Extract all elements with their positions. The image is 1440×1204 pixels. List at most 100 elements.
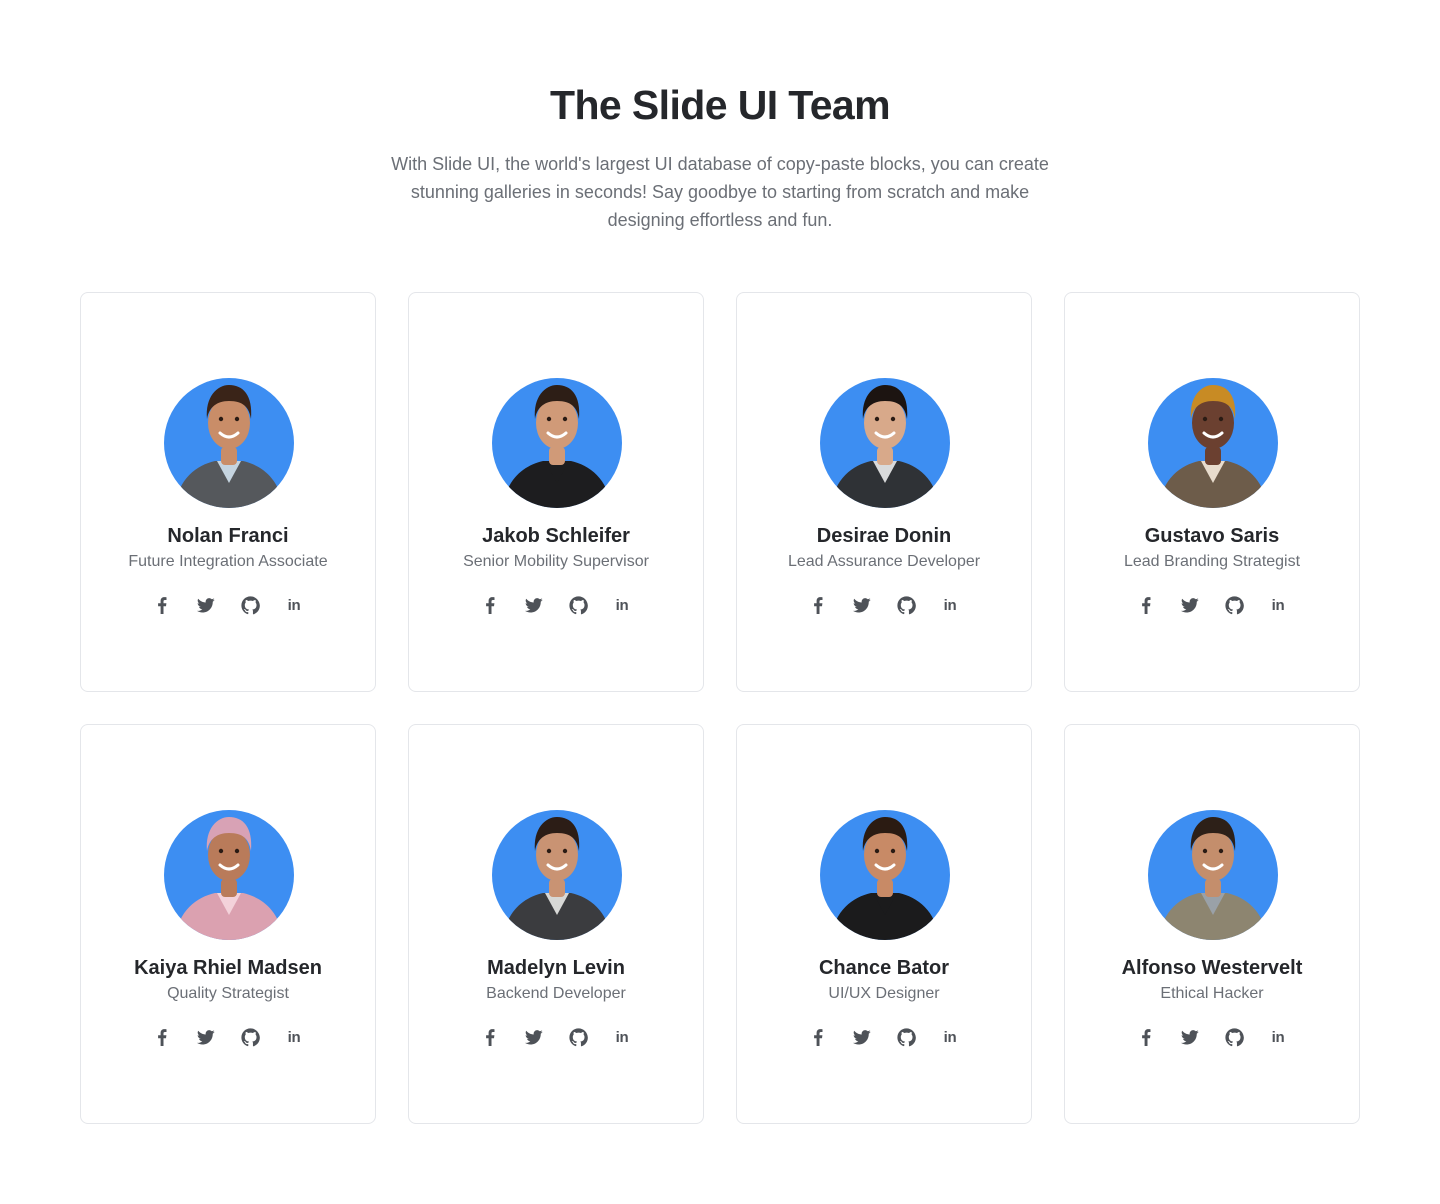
team-member-card: Alfonso Westervelt Ethical Hacker in <box>1064 724 1360 1124</box>
member-name: Nolan Franci <box>167 525 289 547</box>
social-links: in <box>737 1025 1031 1049</box>
member-role: Future Integration Associate <box>128 553 328 570</box>
facebook-icon <box>158 596 167 614</box>
social-links: in <box>409 593 703 617</box>
linkedin-icon: in <box>615 1028 629 1046</box>
team-member-card: Kaiya Rhiel Madsen Quality Strategist in <box>80 724 376 1124</box>
github-link[interactable] <box>568 1025 588 1049</box>
social-links: in <box>1065 593 1359 617</box>
facebook-icon <box>1142 1028 1151 1046</box>
avatar <box>492 810 622 940</box>
linkedin-icon: in <box>1271 596 1285 614</box>
team-member-card: Chance Bator UI/UX Designer in <box>736 724 1032 1124</box>
facebook-link[interactable] <box>808 1025 828 1049</box>
twitter-link[interactable] <box>1180 593 1200 617</box>
facebook-link[interactable] <box>480 593 500 617</box>
github-icon <box>240 1027 260 1046</box>
linkedin-link[interactable]: in <box>612 593 632 617</box>
facebook-link[interactable] <box>152 593 172 617</box>
team-grid: Nolan Franci Future Integration Associat… <box>80 292 1360 1124</box>
twitter-icon <box>1181 1029 1199 1044</box>
linkedin-icon: in <box>1271 1028 1285 1046</box>
linkedin-link[interactable]: in <box>284 1025 304 1049</box>
member-name: Jakob Schleifer <box>482 525 630 547</box>
twitter-icon <box>1181 597 1199 612</box>
github-link[interactable] <box>240 593 260 617</box>
linkedin-icon: in <box>615 596 629 614</box>
linkedin-link[interactable]: in <box>940 593 960 617</box>
member-name: Madelyn Levin <box>487 957 625 979</box>
linkedin-link[interactable]: in <box>940 1025 960 1049</box>
facebook-icon <box>814 1028 823 1046</box>
github-icon <box>1224 595 1244 614</box>
linkedin-link[interactable]: in <box>1268 593 1288 617</box>
twitter-link[interactable] <box>524 593 544 617</box>
team-section: The Slide UI Team With Slide UI, the wor… <box>0 0 1440 1204</box>
facebook-icon <box>1142 596 1151 614</box>
github-link[interactable] <box>896 593 916 617</box>
team-member-card: Jakob Schleifer Senior Mobility Supervis… <box>408 292 704 692</box>
linkedin-link[interactable]: in <box>1268 1025 1288 1049</box>
facebook-icon <box>486 1028 495 1046</box>
member-role: Backend Developer <box>486 985 626 1002</box>
github-icon <box>568 1027 588 1046</box>
twitter-link[interactable] <box>852 593 872 617</box>
twitter-icon <box>853 1029 871 1044</box>
facebook-icon <box>158 1028 167 1046</box>
github-link[interactable] <box>240 1025 260 1049</box>
team-member-card: Desirae Donin Lead Assurance Developer i… <box>736 292 1032 692</box>
twitter-link[interactable] <box>196 593 216 617</box>
member-name: Alfonso Westervelt <box>1121 957 1303 979</box>
twitter-link[interactable] <box>196 1025 216 1049</box>
social-links: in <box>81 1025 375 1049</box>
twitter-icon <box>853 597 871 612</box>
github-icon <box>896 1027 916 1046</box>
facebook-icon <box>486 596 495 614</box>
avatar <box>492 378 622 508</box>
member-role: Senior Mobility Supervisor <box>463 553 649 570</box>
avatar <box>820 810 950 940</box>
section-header: The Slide UI Team With Slide UI, the wor… <box>0 80 1440 234</box>
github-link[interactable] <box>568 593 588 617</box>
member-name: Chance Bator <box>818 957 950 979</box>
github-link[interactable] <box>1224 593 1244 617</box>
github-icon <box>896 595 916 614</box>
member-role: Quality Strategist <box>167 985 289 1002</box>
team-member-card: Nolan Franci Future Integration Associat… <box>80 292 376 692</box>
member-role: Lead Assurance Developer <box>787 553 981 570</box>
twitter-link[interactable] <box>852 1025 872 1049</box>
facebook-link[interactable] <box>1136 1025 1156 1049</box>
twitter-icon <box>197 1029 215 1044</box>
avatar <box>164 810 294 940</box>
team-member-card: Gustavo Saris Lead Branding Strategist i… <box>1064 292 1360 692</box>
team-member-card: Madelyn Levin Backend Developer in <box>408 724 704 1124</box>
twitter-icon <box>197 597 215 612</box>
linkedin-link[interactable]: in <box>284 593 304 617</box>
social-links: in <box>737 593 1031 617</box>
github-icon <box>240 595 260 614</box>
avatar <box>820 378 950 508</box>
facebook-link[interactable] <box>808 593 828 617</box>
facebook-link[interactable] <box>480 1025 500 1049</box>
social-links: in <box>81 593 375 617</box>
twitter-link[interactable] <box>1180 1025 1200 1049</box>
twitter-link[interactable] <box>524 1025 544 1049</box>
page-title: The Slide UI Team <box>550 82 891 128</box>
linkedin-link[interactable]: in <box>612 1025 632 1049</box>
github-link[interactable] <box>1224 1025 1244 1049</box>
avatar <box>1148 810 1278 940</box>
avatar <box>164 378 294 508</box>
linkedin-icon: in <box>287 596 301 614</box>
member-role: Lead Branding Strategist <box>1123 553 1301 570</box>
linkedin-icon: in <box>287 1028 301 1046</box>
member-name: Gustavo Saris <box>1144 525 1280 547</box>
facebook-link[interactable] <box>1136 593 1156 617</box>
github-icon <box>1224 1027 1244 1046</box>
member-role: UI/UX Designer <box>828 985 940 1002</box>
facebook-link[interactable] <box>152 1025 172 1049</box>
github-link[interactable] <box>896 1025 916 1049</box>
linkedin-icon: in <box>943 1028 957 1046</box>
github-icon <box>568 595 588 614</box>
social-links: in <box>1065 1025 1359 1049</box>
twitter-icon <box>525 1029 543 1044</box>
